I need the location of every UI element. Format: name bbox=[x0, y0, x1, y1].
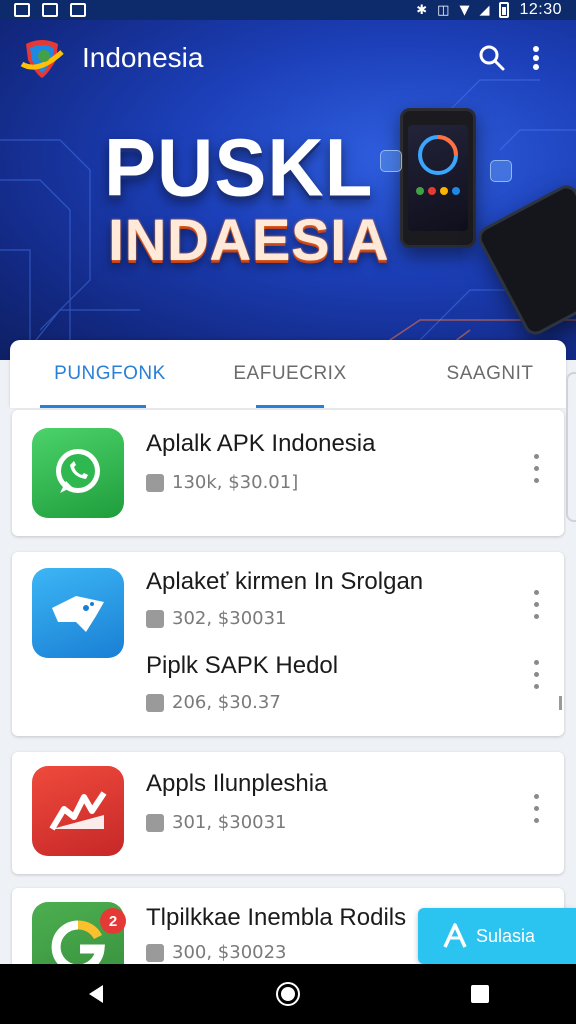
back-button[interactable] bbox=[66, 964, 126, 1024]
letter-a-icon bbox=[443, 923, 467, 948]
vibrate-icon: ◫ bbox=[437, 2, 450, 18]
side-drawer-handle[interactable] bbox=[566, 372, 576, 522]
status-time: 12:30 bbox=[519, 1, 562, 18]
storage-icon bbox=[146, 473, 164, 492]
home-icon bbox=[276, 982, 300, 1006]
item-title: Aplakeť kirmen In Srolgan bbox=[146, 568, 424, 595]
battery-icon bbox=[499, 2, 510, 18]
item-meta-text: 301, $30031 bbox=[172, 812, 287, 833]
tab-indicator bbox=[40, 405, 146, 408]
bluetooth-icon: ✱ bbox=[416, 2, 428, 18]
item-meta: 300, $30023 bbox=[146, 942, 287, 963]
app-logo-icon bbox=[18, 34, 66, 82]
system-nav-bar bbox=[0, 964, 576, 1024]
notification-gallery-icon bbox=[42, 3, 58, 17]
overflow-menu-button[interactable] bbox=[514, 36, 558, 80]
item-meta-text: 130k, $30.01] bbox=[172, 472, 299, 493]
notification-app-icon bbox=[70, 3, 86, 17]
wifi-icon: ▼ bbox=[459, 2, 470, 18]
red-app-icon bbox=[32, 766, 124, 856]
item-more-button[interactable] bbox=[526, 586, 546, 622]
item-meta: 302, $30031 bbox=[146, 608, 287, 629]
signal-icon: ◢ bbox=[479, 2, 490, 18]
floating-action-button[interactable]: Sulasia bbox=[418, 908, 576, 964]
item-meta-text: 206, $30.37 bbox=[172, 692, 281, 713]
item-meta-text: 300, $30023 bbox=[172, 942, 287, 963]
app-title: Indonesia bbox=[82, 42, 204, 73]
hero-subtitle: INDAESIA bbox=[108, 208, 390, 273]
more-vert-icon bbox=[533, 46, 539, 70]
status-notifications bbox=[14, 3, 86, 17]
hero-phone-image bbox=[400, 108, 476, 248]
status-bar: ✱ ◫ ▼ ◢ 12:30 bbox=[0, 0, 576, 20]
tab-saagnit[interactable]: SAAGNIT bbox=[420, 340, 560, 408]
storage-icon bbox=[146, 693, 164, 712]
floating-icon bbox=[490, 160, 512, 182]
floating-icon bbox=[380, 150, 402, 172]
whatsapp-icon bbox=[32, 428, 124, 518]
tab-eafuecrix[interactable]: EAFUECRIX bbox=[220, 340, 360, 408]
item-title: Appls Ilunpleshia bbox=[146, 770, 328, 797]
item-meta: 130k, $30.01] bbox=[146, 472, 298, 493]
list-item[interactable]: Aplakeť kirmen In Srolgan 302, $30031 Pi… bbox=[12, 552, 564, 736]
recents-icon bbox=[471, 985, 489, 1003]
blue-app-icon bbox=[32, 568, 124, 658]
tab-pungfonk[interactable]: PUNGFONK bbox=[40, 340, 180, 408]
hero-title: PUSKL bbox=[104, 120, 374, 214]
item-title: Piplk SAPK Hedol bbox=[146, 652, 339, 679]
item-title: Tlpilkkae Inembla Rodils bbox=[146, 904, 407, 931]
tab-indicator-secondary bbox=[256, 405, 324, 408]
storage-icon bbox=[146, 813, 164, 832]
hero-banner: Indonesia PUSKL INDAESIA bbox=[0, 20, 576, 360]
tab-bar: PUNGFONK EAFUECRIX SAAGNIT bbox=[10, 340, 566, 408]
storage-icon bbox=[146, 609, 164, 628]
storage-icon bbox=[146, 943, 164, 962]
app-bar: Indonesia bbox=[0, 20, 576, 96]
notification-photo-icon bbox=[14, 3, 30, 17]
item-more-button[interactable] bbox=[526, 450, 546, 486]
search-icon bbox=[479, 45, 505, 71]
home-button[interactable] bbox=[258, 964, 318, 1024]
list-item[interactable]: Aplalk APK Indonesia 130k, $30.01] bbox=[12, 410, 564, 536]
item-meta-text: 302, $30031 bbox=[172, 608, 287, 629]
item-title: Aplalk APK Indonesia bbox=[146, 430, 376, 457]
item-meta: 206, $30.37 bbox=[146, 692, 281, 713]
notification-badge: 2 bbox=[100, 908, 126, 934]
status-indicators: ✱ ◫ ▼ ◢ 12:30 bbox=[416, 1, 562, 19]
back-icon bbox=[89, 985, 103, 1003]
recents-button[interactable] bbox=[450, 964, 510, 1024]
item-meta: 301, $30031 bbox=[146, 812, 287, 833]
list-item[interactable]: Appls Ilunpleshia 301, $30031 bbox=[12, 752, 564, 874]
scroll-indicator bbox=[559, 696, 562, 710]
search-button[interactable] bbox=[470, 36, 514, 80]
item-more-button[interactable] bbox=[526, 656, 546, 692]
item-more-button[interactable] bbox=[526, 790, 546, 826]
fab-label: Sulasia bbox=[476, 925, 536, 946]
